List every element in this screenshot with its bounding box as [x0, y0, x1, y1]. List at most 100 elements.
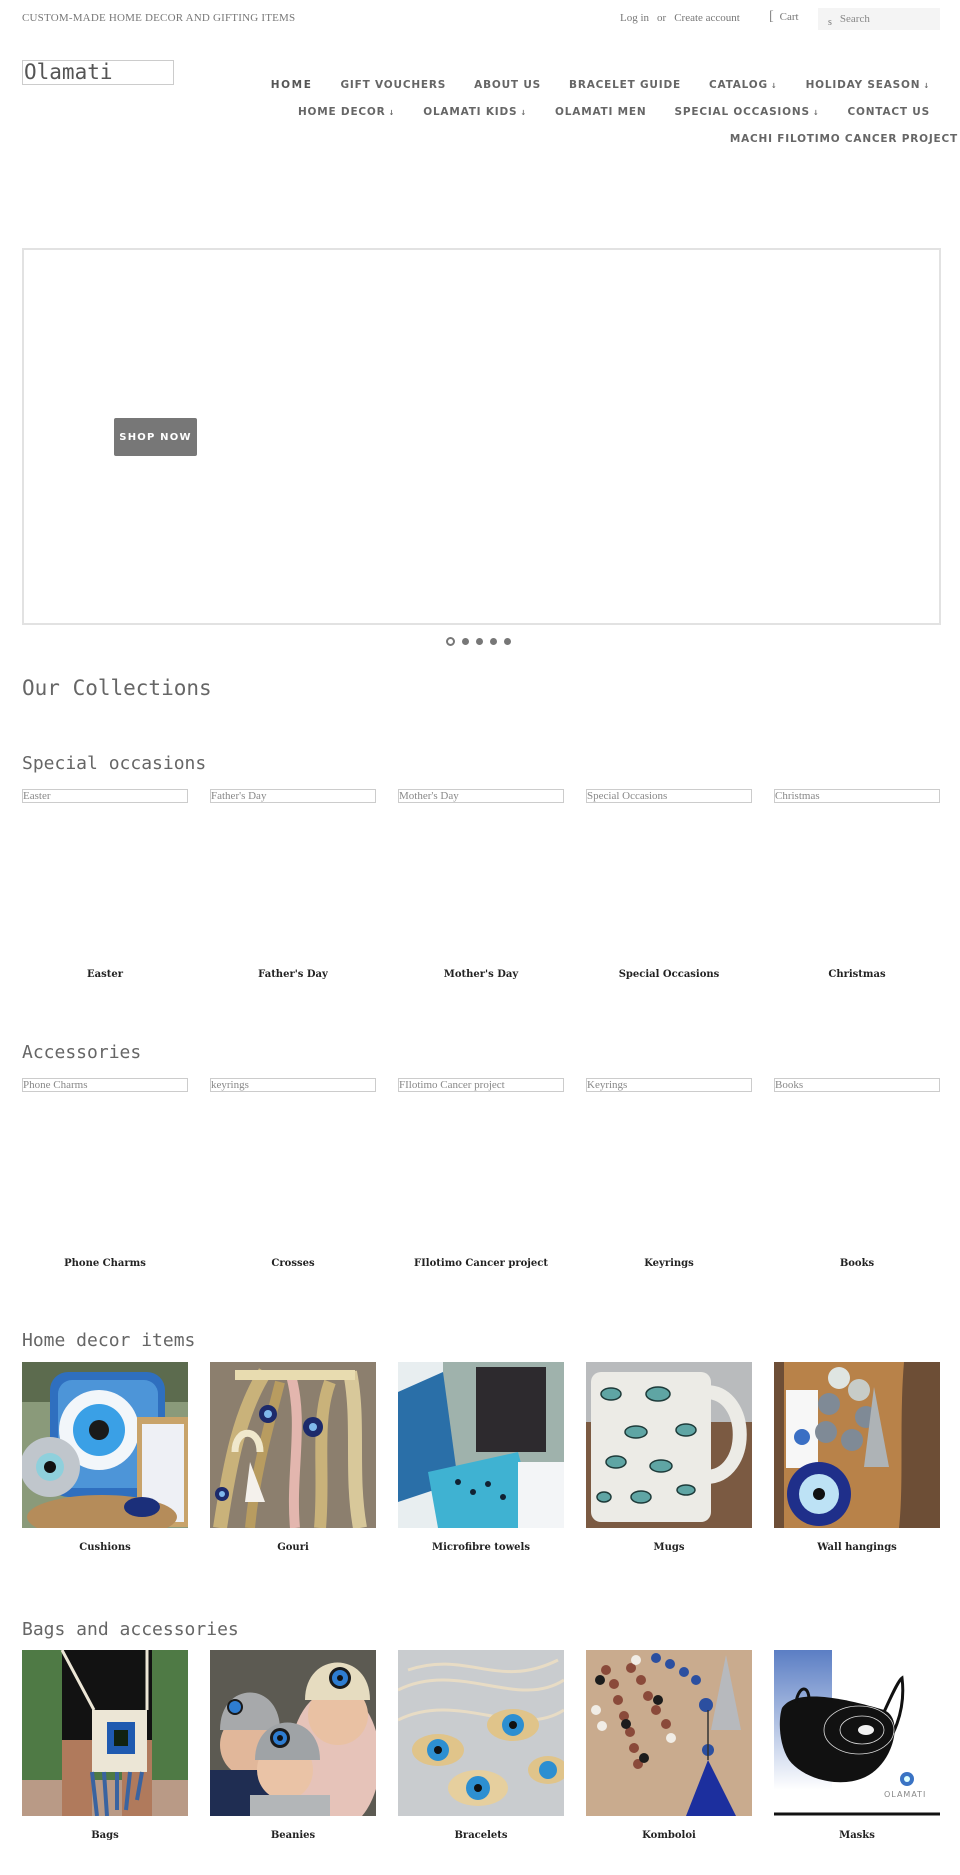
- slide-dot-4[interactable]: [490, 638, 497, 645]
- collection-title[interactable]: Father's Day: [210, 969, 376, 980]
- collection-title[interactable]: Easter: [22, 969, 188, 980]
- nav-label: GIFT VOUCHERS: [340, 79, 447, 91]
- collection-title[interactable]: Crosses: [210, 1258, 376, 1269]
- collection-card[interactable]: Bags: [22, 1650, 188, 1846]
- collection-title[interactable]: Keyrings: [586, 1258, 752, 1269]
- collection-card[interactable]: Mugs: [586, 1362, 752, 1558]
- collection-title[interactable]: Beanies: [210, 1830, 376, 1841]
- login-link[interactable]: Log in: [620, 12, 649, 24]
- cart-link[interactable]: [ Cart: [769, 9, 799, 24]
- slide-dot-3[interactable]: [476, 638, 483, 645]
- collection-card[interactable]: keyrings Crosses: [210, 1078, 376, 1269]
- collection-card[interactable]: Bracelets: [398, 1650, 564, 1846]
- collection-card[interactable]: Phone Charms Phone Charms: [22, 1078, 188, 1269]
- collection-title[interactable]: Bracelets: [398, 1830, 564, 1841]
- collection-card[interactable]: Wall hangings: [774, 1362, 940, 1558]
- nav-item-bracelet-guide[interactable]: BRACELET GUIDE: [555, 79, 695, 91]
- broken-image-alt: Keyrings: [586, 1078, 752, 1092]
- dropdown-arrow-icon: ↓: [520, 109, 528, 117]
- collection-title[interactable]: Wall hangings: [774, 1542, 940, 1553]
- nav-item-catalog[interactable]: CATALOG ↓: [695, 79, 792, 91]
- collection-title[interactable]: Books: [774, 1258, 940, 1269]
- nav-label: HOME: [270, 79, 313, 91]
- collection-card[interactable]: Komboloi: [586, 1650, 752, 1846]
- nav-item-home-decor[interactable]: HOME DECOR ↓: [284, 106, 409, 118]
- collection-title[interactable]: Microfibre towels: [398, 1542, 564, 1553]
- nav-item-olamati-kids[interactable]: OLAMATI KIDS ↓: [409, 106, 541, 118]
- collection-card[interactable]: Special Occasions Special Occasions: [586, 789, 752, 980]
- nav-item-machi-filotimo[interactable]: MACHI FILOTIMO CANCER PROJECT: [716, 133, 960, 145]
- collection-title[interactable]: Masks: [774, 1830, 940, 1841]
- nav-label: BRACELET GUIDE: [569, 79, 681, 91]
- gouri-image[interactable]: [210, 1362, 376, 1528]
- collection-card[interactable]: Cushions: [22, 1362, 188, 1558]
- slide-dot-1[interactable]: [446, 637, 455, 646]
- main-nav-row-1: HOME GIFT VOUCHERS ABOUT US BRACELET GUI…: [257, 79, 944, 91]
- collection-title[interactable]: Special Occasions: [586, 969, 752, 980]
- search-input[interactable]: [839, 13, 930, 25]
- slide-dot-2[interactable]: [462, 638, 469, 645]
- nav-label: HOLIDAY SEASON: [805, 79, 921, 91]
- mugs-image[interactable]: [586, 1362, 752, 1528]
- section-heading-home-decor: Home decor items: [22, 1330, 196, 1351]
- microfibre-towels-image[interactable]: [398, 1362, 564, 1528]
- special-occasions-grid: Easter Easter Father's Day Father's Day Mo…: [22, 789, 941, 980]
- collection-card[interactable]: Father's Day Father's Day: [210, 789, 376, 980]
- nav-label: HOME DECOR: [297, 106, 386, 118]
- collection-card[interactable]: Microfibre towels: [398, 1362, 564, 1558]
- nav-label: CATALOG: [708, 79, 768, 91]
- broken-image-alt: keyrings: [210, 1078, 376, 1092]
- collection-title[interactable]: Phone Charms: [22, 1258, 188, 1269]
- main-nav-row-3: MACHI FILOTIMO CANCER PROJECT: [716, 133, 960, 145]
- section-heading-bags: Bags and accessories: [22, 1619, 239, 1640]
- store-logo[interactable]: Olamati: [22, 60, 174, 85]
- nav-item-gift-vouchers[interactable]: GIFT VOUCHERS: [327, 79, 461, 91]
- collection-card[interactable]: Mother's Day Mother's Day: [398, 789, 564, 980]
- collection-title[interactable]: FIlotimo Cancer project: [398, 1258, 564, 1269]
- bags-image[interactable]: [22, 1650, 188, 1816]
- dropdown-arrow-icon: ↓: [770, 82, 778, 90]
- nav-item-special-occasions[interactable]: SPECIAL OCCASIONS ↓: [660, 106, 833, 118]
- nav-item-olamati-men[interactable]: OLAMATI MEN: [541, 106, 660, 118]
- collection-title[interactable]: Christmas: [774, 969, 940, 980]
- cushions-image[interactable]: [22, 1362, 188, 1528]
- nav-label: CONTACT US: [847, 106, 930, 118]
- search-icon[interactable]: s: [828, 17, 832, 28]
- nav-item-holiday-season[interactable]: HOLIDAY SEASON ↓: [792, 79, 944, 91]
- create-account-link[interactable]: Create account: [674, 12, 740, 24]
- masks-image[interactable]: OLAMATI: [774, 1650, 940, 1816]
- slide-dot-5[interactable]: [504, 638, 511, 645]
- collection-card[interactable]: Christmas Christmas: [774, 789, 940, 980]
- dropdown-arrow-icon: ↓: [812, 109, 820, 117]
- nav-item-home[interactable]: HOME: [257, 79, 327, 91]
- cart-icon: [: [769, 9, 774, 24]
- collection-card[interactable]: Gouri: [210, 1362, 376, 1558]
- broken-image-alt: Special Occasions: [586, 789, 752, 803]
- collection-title[interactable]: Komboloi: [586, 1830, 752, 1841]
- bracelets-image[interactable]: [398, 1650, 564, 1816]
- collection-card[interactable]: Beanies: [210, 1650, 376, 1846]
- nav-item-contact-us[interactable]: CONTACT US: [833, 106, 944, 118]
- shop-now-button[interactable]: SHOP NOW: [114, 418, 197, 456]
- komboloi-image[interactable]: [586, 1650, 752, 1816]
- collection-title[interactable]: Bags: [22, 1830, 188, 1841]
- beanies-image[interactable]: [210, 1650, 376, 1816]
- collection-card[interactable]: OLAMATI Masks: [774, 1650, 940, 1846]
- collection-card[interactable]: FIlotimo Cancer project FIlotimo Cancer p…: [398, 1078, 564, 1269]
- collection-title[interactable]: Mugs: [586, 1542, 752, 1553]
- bags-grid: Bags Beanies Bracelets Komboloi OLAMATI …: [22, 1650, 941, 1846]
- collection-card[interactable]: Easter Easter: [22, 789, 188, 980]
- search-box[interactable]: s: [818, 8, 940, 30]
- broken-image-alt: Phone Charms: [22, 1078, 188, 1092]
- broken-image-alt: FIlotimo Cancer project: [398, 1078, 564, 1092]
- section-heading-special-occasions: Special occasions: [22, 753, 207, 774]
- nav-item-about-us[interactable]: ABOUT US: [460, 79, 555, 91]
- wall-hangings-image[interactable]: [774, 1362, 940, 1528]
- collection-title[interactable]: Gouri: [210, 1542, 376, 1553]
- collection-title[interactable]: Mother's Day: [398, 969, 564, 980]
- collection-title[interactable]: Cushions: [22, 1542, 188, 1553]
- collection-card[interactable]: Keyrings Keyrings: [586, 1078, 752, 1269]
- dropdown-arrow-icon: ↓: [388, 109, 396, 117]
- collection-card[interactable]: Books Books: [774, 1078, 940, 1269]
- nav-label: OLAMATI KIDS: [423, 106, 518, 118]
